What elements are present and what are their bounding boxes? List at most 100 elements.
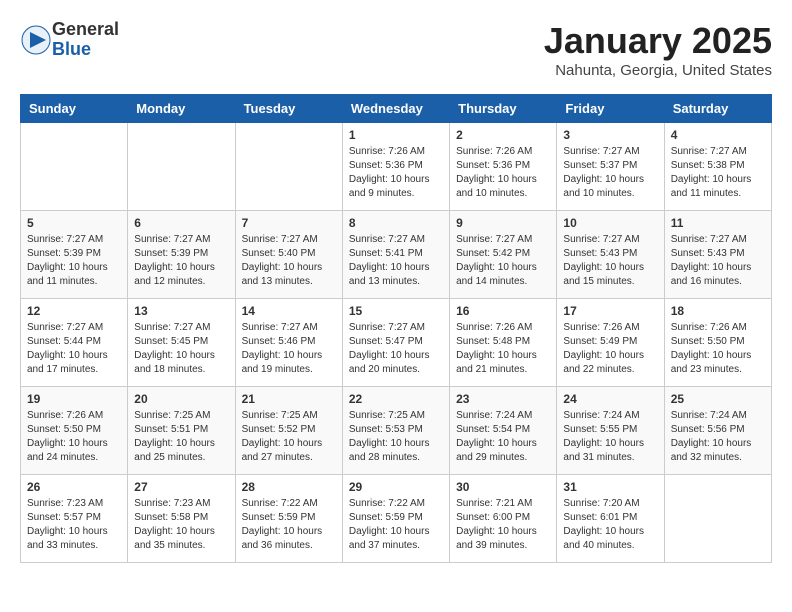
table-row: 21Sunrise: 7:25 AM Sunset: 5:52 PM Dayli… [235, 387, 342, 475]
day-number: 15 [349, 304, 443, 318]
day-number: 16 [456, 304, 550, 318]
day-info: Sunrise: 7:27 AM Sunset: 5:44 PM Dayligh… [27, 321, 121, 377]
day-number: 28 [242, 480, 336, 494]
table-row: 9 Sunrise: 7:27 AM Sunset: 5:42 PM Daylig… [450, 211, 557, 299]
day-number: 12 [27, 304, 121, 318]
day-info: Sunrise: 7:27 AM Sunset: 5:46 PM Dayligh… [242, 321, 336, 377]
header-wednesday: Wednesday [342, 95, 449, 123]
calendar-week-row: 26 Sunrise: 7:23 AM Sunset: 5:57 PM Dayli… [21, 475, 772, 563]
calendar-table: Sunday Monday Tuesday Wednesday Thursday… [20, 94, 772, 563]
table-row: 13 Sunrise: 7:27 AM Sunset: 5:45 PM Dayli… [128, 299, 235, 387]
table-row: 3Sunrise: 7:27 AM Sunset: 5:37 PM Daylig… [557, 123, 664, 211]
header-saturday: Saturday [664, 95, 771, 123]
table-row: 30 Sunrise: 7:21 AM Sunset: 6:00 PM Dayli… [450, 475, 557, 563]
table-row: 25Sunrise: 7:24 AM Sunset: 5:56 PM Dayli… [664, 387, 771, 475]
day-info: Sunrise: 7:26 AM Sunset: 5:50 PM Dayligh… [671, 321, 765, 377]
day-number: 3 [563, 128, 657, 142]
logo-icon [20, 24, 52, 56]
table-row [128, 123, 235, 211]
day-number: 7 [242, 216, 336, 230]
day-number: 20 [134, 392, 228, 406]
day-info: Sunrise: 7:27 AM Sunset: 5:43 PM Dayligh… [671, 233, 765, 289]
table-row: 26 Sunrise: 7:23 AM Sunset: 5:57 PM Dayli… [21, 475, 128, 563]
title-section: January 2025 Nahunta, Georgia, United St… [544, 20, 772, 79]
day-number: 10 [563, 216, 657, 230]
day-number: 26 [27, 480, 121, 494]
table-row: 31 Sunrise: 7:20 AM Sunset: 6:01 PM Dayli… [557, 475, 664, 563]
table-row [235, 123, 342, 211]
day-info: Sunrise: 7:27 AM Sunset: 5:40 PM Dayligh… [242, 233, 336, 289]
calendar-week-row: 19 Sunrise: 7:26 AM Sunset: 5:50 PM Dayli… [21, 387, 772, 475]
table-row: 2 Sunrise: 7:26 AM Sunset: 5:36 PM Daylig… [450, 123, 557, 211]
table-row: 16 Sunrise: 7:26 AM Sunset: 5:48 PM Dayli… [450, 299, 557, 387]
day-number: 19 [27, 392, 121, 406]
day-number: 8 [349, 216, 443, 230]
day-number: 18 [671, 304, 765, 318]
day-info: Sunrise: 7:24 AM Sunset: 5:55 PM Dayligh… [563, 409, 657, 465]
day-info: Sunrise: 7:26 AM Sunset: 5:36 PM Dayligh… [349, 145, 443, 201]
day-number: 31 [563, 480, 657, 494]
day-info: Sunrise: 7:22 AM Sunset: 5:59 PM Dayligh… [349, 497, 443, 553]
day-info: Sunrise: 7:25 AM Sunset: 5:51 PM Dayligh… [134, 409, 228, 465]
table-row: 10Sunrise: 7:27 AM Sunset: 5:43 PM Dayli… [557, 211, 664, 299]
table-row: 23 Sunrise: 7:24 AM Sunset: 5:54 PM Dayli… [450, 387, 557, 475]
day-info: Sunrise: 7:26 AM Sunset: 5:50 PM Dayligh… [27, 409, 121, 465]
table-row: 20 Sunrise: 7:25 AM Sunset: 5:51 PM Dayli… [128, 387, 235, 475]
day-info: Sunrise: 7:24 AM Sunset: 5:54 PM Dayligh… [456, 409, 550, 465]
day-info: Sunrise: 7:27 AM Sunset: 5:42 PM Dayligh… [456, 233, 550, 289]
day-info: Sunrise: 7:25 AM Sunset: 5:53 PM Dayligh… [349, 409, 443, 465]
table-row: 22 Sunrise: 7:25 AM Sunset: 5:53 PM Dayli… [342, 387, 449, 475]
day-number: 23 [456, 392, 550, 406]
calendar-week-row: 12 Sunrise: 7:27 AM Sunset: 5:44 PM Dayli… [21, 299, 772, 387]
day-info: Sunrise: 7:23 AM Sunset: 5:58 PM Dayligh… [134, 497, 228, 553]
day-info: Sunrise: 7:22 AM Sunset: 5:59 PM Dayligh… [242, 497, 336, 553]
table-row: 1 Sunrise: 7:26 AM Sunset: 5:36 PM Daylig… [342, 123, 449, 211]
table-row: 12 Sunrise: 7:27 AM Sunset: 5:44 PM Dayli… [21, 299, 128, 387]
table-row: 11 Sunrise: 7:27 AM Sunset: 5:43 PM Dayli… [664, 211, 771, 299]
table-row: 28 Sunrise: 7:22 AM Sunset: 5:59 PM Dayli… [235, 475, 342, 563]
day-info: Sunrise: 7:23 AM Sunset: 5:57 PM Dayligh… [27, 497, 121, 553]
day-number: 11 [671, 216, 765, 230]
day-info: Sunrise: 7:27 AM Sunset: 5:39 PM Dayligh… [27, 233, 121, 289]
day-info: Sunrise: 7:27 AM Sunset: 5:38 PM Dayligh… [671, 145, 765, 201]
day-info: Sunrise: 7:26 AM Sunset: 5:48 PM Dayligh… [456, 321, 550, 377]
day-info: Sunrise: 7:21 AM Sunset: 6:00 PM Dayligh… [456, 497, 550, 553]
day-number: 5 [27, 216, 121, 230]
day-number: 25 [671, 392, 765, 406]
day-info: Sunrise: 7:20 AM Sunset: 6:01 PM Dayligh… [563, 497, 657, 553]
table-row: 4 Sunrise: 7:27 AM Sunset: 5:38 PM Daylig… [664, 123, 771, 211]
day-number: 30 [456, 480, 550, 494]
table-row: 18 Sunrise: 7:26 AM Sunset: 5:50 PM Dayli… [664, 299, 771, 387]
day-info: Sunrise: 7:27 AM Sunset: 5:45 PM Dayligh… [134, 321, 228, 377]
page-header: General Blue January 2025 Nahunta, Georg… [20, 20, 772, 79]
header-thursday: Thursday [450, 95, 557, 123]
table-row: 6 Sunrise: 7:27 AM Sunset: 5:39 PM Daylig… [128, 211, 235, 299]
day-number: 21 [242, 392, 336, 406]
location: Nahunta, Georgia, United States [544, 62, 772, 79]
day-number: 6 [134, 216, 228, 230]
table-row: 17Sunrise: 7:26 AM Sunset: 5:49 PM Dayli… [557, 299, 664, 387]
day-number: 13 [134, 304, 228, 318]
day-number: 22 [349, 392, 443, 406]
logo-blue-text: Blue [52, 40, 119, 60]
day-number: 14 [242, 304, 336, 318]
day-number: 17 [563, 304, 657, 318]
day-number: 1 [349, 128, 443, 142]
day-info: Sunrise: 7:26 AM Sunset: 5:36 PM Dayligh… [456, 145, 550, 201]
logo: General Blue [20, 20, 119, 60]
logo-general-text: General [52, 20, 119, 40]
day-number: 4 [671, 128, 765, 142]
header-friday: Friday [557, 95, 664, 123]
day-info: Sunrise: 7:27 AM Sunset: 5:41 PM Dayligh… [349, 233, 443, 289]
table-row [21, 123, 128, 211]
weekday-header-row: Sunday Monday Tuesday Wednesday Thursday… [21, 95, 772, 123]
day-number: 9 [456, 216, 550, 230]
table-row [664, 475, 771, 563]
day-number: 2 [456, 128, 550, 142]
table-row: 29Sunrise: 7:22 AM Sunset: 5:59 PM Dayli… [342, 475, 449, 563]
table-row: 14 Sunrise: 7:27 AM Sunset: 5:46 PM Dayli… [235, 299, 342, 387]
day-info: Sunrise: 7:27 AM Sunset: 5:39 PM Dayligh… [134, 233, 228, 289]
header-tuesday: Tuesday [235, 95, 342, 123]
table-row: 7 Sunrise: 7:27 AM Sunset: 5:40 PM Daylig… [235, 211, 342, 299]
table-row: 19 Sunrise: 7:26 AM Sunset: 5:50 PM Dayli… [21, 387, 128, 475]
